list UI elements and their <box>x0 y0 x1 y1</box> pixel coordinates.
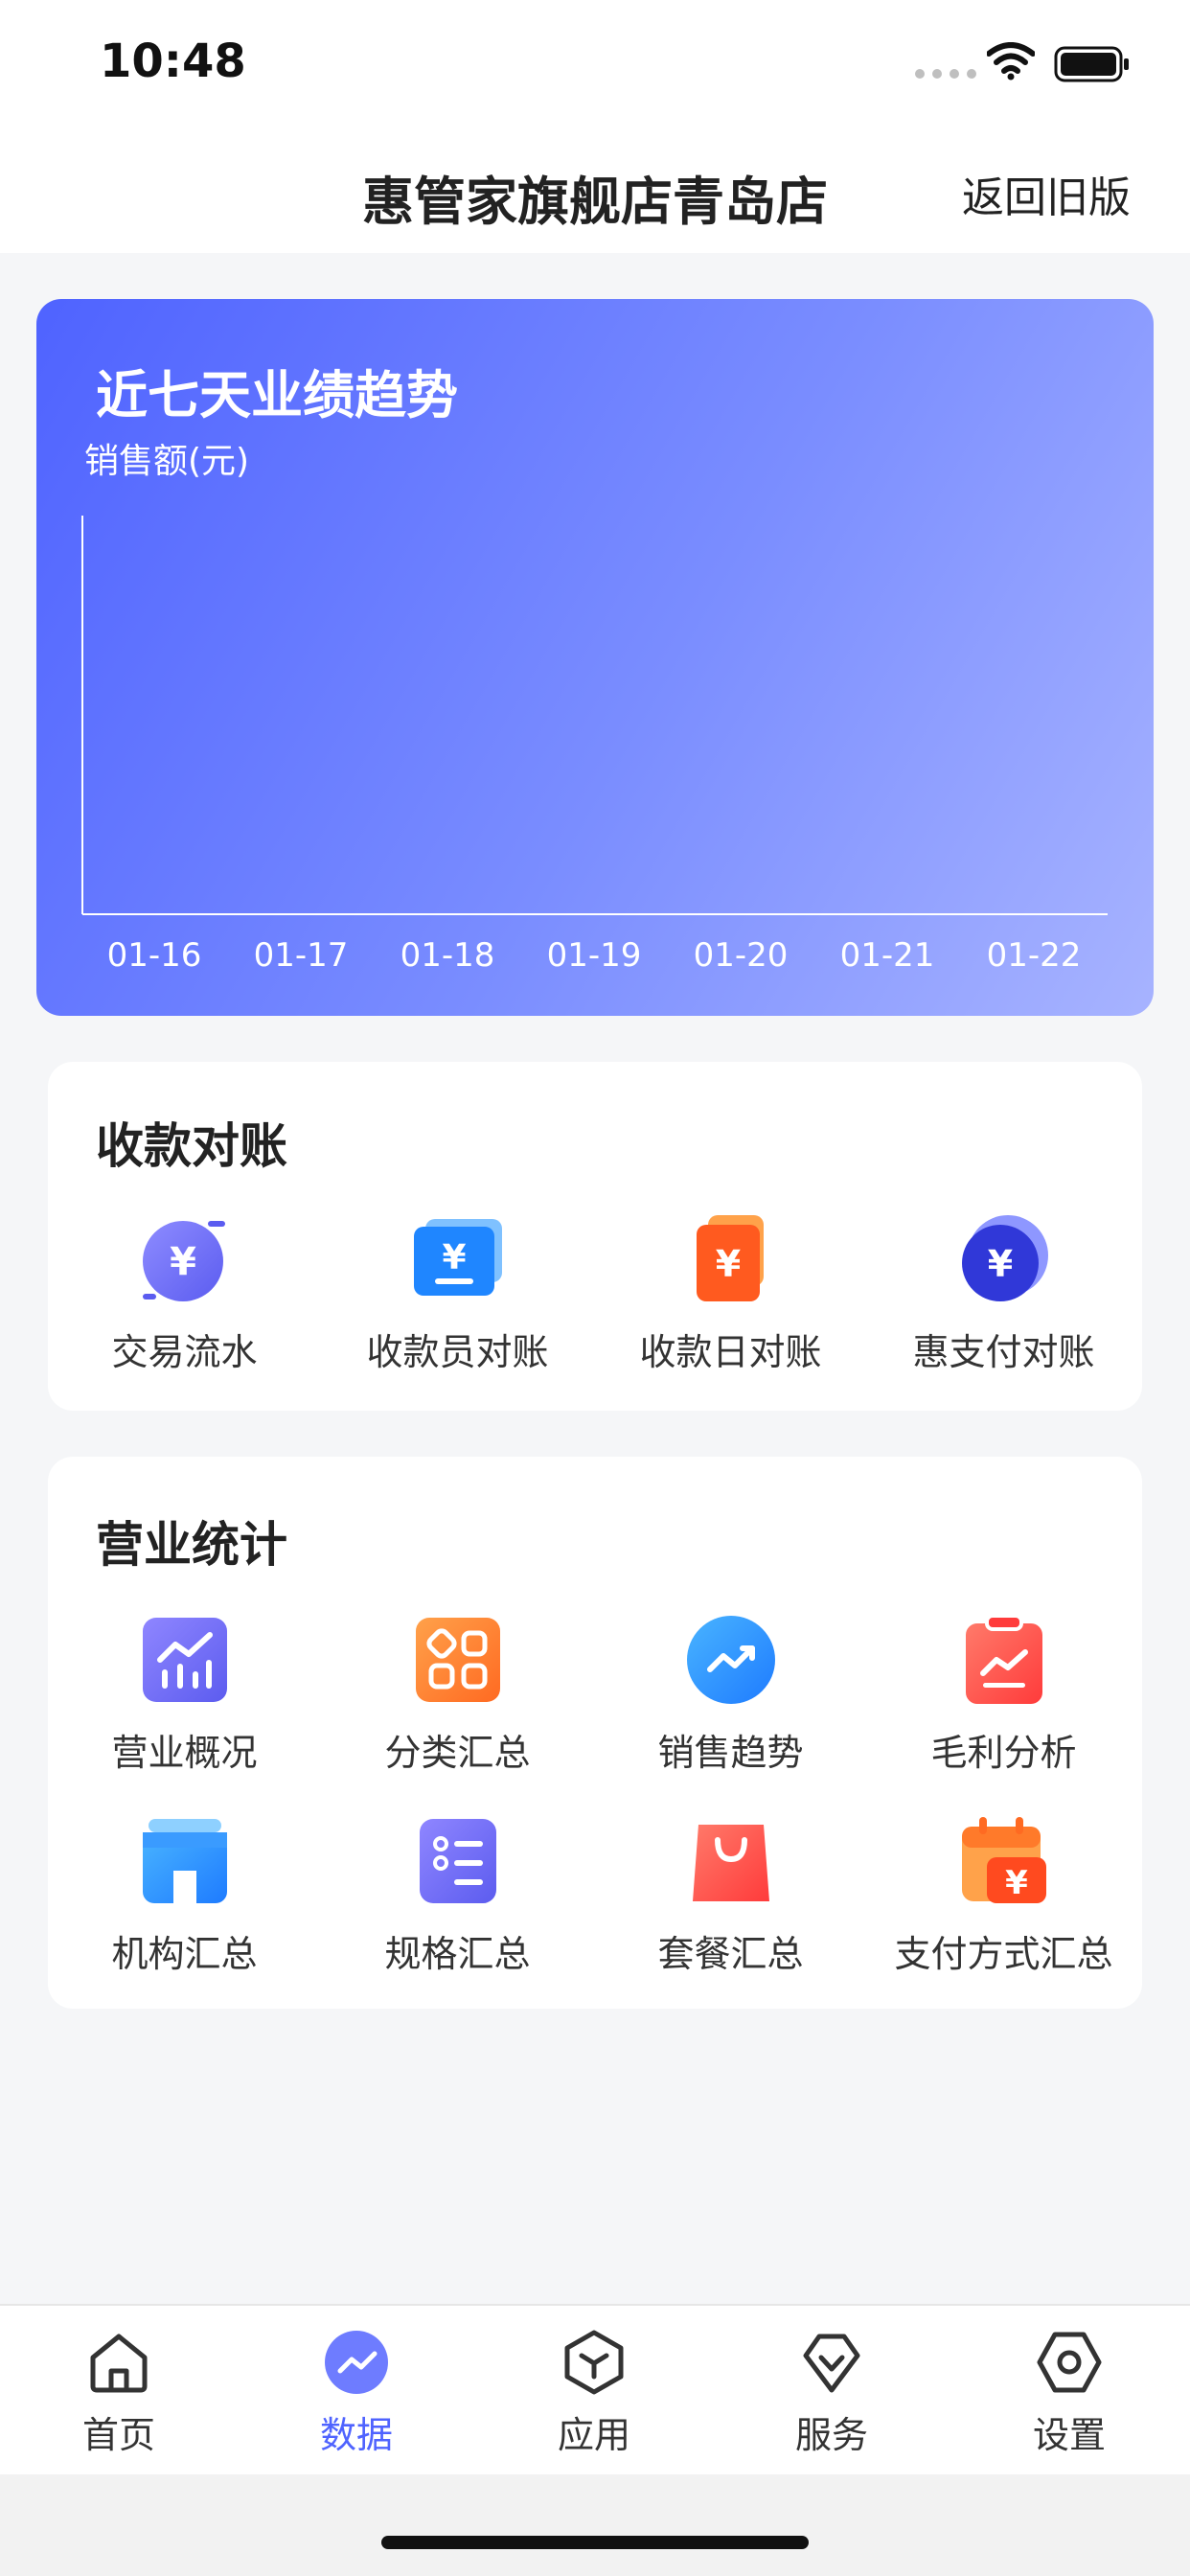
spec-summary-label: 规格汇总 <box>384 1933 531 1975</box>
package-summary-button[interactable]: 套餐汇总 <box>594 1815 867 1977</box>
business-overview-icon <box>139 1614 231 1706</box>
tab-service[interactable]: 服务 <box>713 2306 950 2476</box>
tab-data[interactable]: 数据 <box>238 2306 475 2476</box>
x-tick-labels: 01-16 01-17 01-18 01-19 01-20 01-21 01-22 <box>107 936 1082 975</box>
x-tick-label: 01-20 <box>694 936 789 975</box>
category-summary-button[interactable]: 分类汇总 <box>321 1614 594 1776</box>
store-summary-label: 机构汇总 <box>111 1933 258 1975</box>
package-summary-label: 套餐汇总 <box>657 1933 804 1975</box>
transaction-flow-icon: ¥ <box>139 1213 231 1305</box>
cashier-reconcile-button[interactable]: ¥ 收款员对账 <box>321 1213 594 1375</box>
transaction-flow-label: 交易流水 <box>111 1331 258 1373</box>
tab-data-label: 数据 <box>319 2414 393 2456</box>
svg-text:¥: ¥ <box>170 1240 196 1284</box>
spec-summary-icon <box>412 1815 504 1907</box>
tab-apps-label: 应用 <box>557 2414 630 2456</box>
gross-profit-button[interactable]: 毛利分析 <box>867 1614 1140 1776</box>
business-stats-card: 营业统计 营业概况 分类汇总 销售趋势 毛利分析 机构汇总 规格汇总 套餐汇总 … <box>48 1457 1142 2009</box>
home-indicator-area <box>0 2474 1190 2576</box>
home-icon <box>90 2334 148 2393</box>
x-tick-label: 01-19 <box>547 936 642 975</box>
cellular-signal-icon <box>915 69 976 79</box>
hui-pay-reconcile-label: 惠支付对账 <box>912 1331 1095 1373</box>
x-tick-label: 01-17 <box>254 936 349 975</box>
apps-icon <box>564 2330 624 2395</box>
data-icon <box>325 2331 388 2394</box>
reconcile-card: 收款对账 ¥ 交易流水 ¥ 收款员对账 ¥ 收款日对账 ¥ 惠支付对账 <box>48 1062 1142 1411</box>
sales-trend-label: 销售趋势 <box>657 1732 804 1774</box>
cashier-reconcile-icon: ¥ <box>412 1213 504 1305</box>
status-time: 10:48 <box>100 34 246 88</box>
settings-icon <box>1037 2332 1102 2393</box>
daily-reconcile-label: 收款日对账 <box>639 1331 822 1373</box>
daily-reconcile-button[interactable]: ¥ 收款日对账 <box>594 1213 867 1375</box>
sales-trend-button[interactable]: 销售趋势 <box>594 1614 867 1776</box>
tab-home[interactable]: 首页 <box>0 2306 238 2476</box>
daily-reconcile-icon: ¥ <box>685 1213 777 1305</box>
x-tick-label: 01-16 <box>107 936 202 975</box>
store-summary-button[interactable]: 机构汇总 <box>48 1815 321 1977</box>
gross-profit-icon <box>958 1614 1050 1706</box>
trend-chart-card: 近七天业绩趋势 销售额(元) 01-16 01-17 01-18 01-19 01-20… <box>36 299 1154 1016</box>
nav-bar: 惠管家旗舰店青岛店 返回旧版 <box>0 134 1190 253</box>
payment-method-icon: ¥ <box>958 1815 1050 1907</box>
category-summary-label: 分类汇总 <box>384 1732 531 1774</box>
x-tick-label: 01-22 <box>987 936 1082 975</box>
bottom-tab-bar: 首页 数据 应用 服务 设置 <box>0 2304 1190 2476</box>
wifi-icon <box>987 42 1035 80</box>
store-summary-icon <box>139 1815 231 1907</box>
tab-service-label: 服务 <box>794 2414 868 2456</box>
x-tick-label: 01-21 <box>840 936 935 975</box>
business-overview-button[interactable]: 营业概况 <box>48 1614 321 1776</box>
svg-text:¥: ¥ <box>442 1238 466 1277</box>
category-summary-icon <box>412 1614 504 1706</box>
tab-settings[interactable]: 设置 <box>950 2306 1188 2476</box>
back-to-old-version-button[interactable]: 返回旧版 <box>962 163 1131 224</box>
payment-method-button[interactable]: ¥ 支付方式汇总 <box>867 1815 1140 1977</box>
x-tick-label: 01-18 <box>400 936 495 975</box>
gross-profit-label: 毛利分析 <box>930 1732 1077 1774</box>
payment-method-label: 支付方式汇总 <box>894 1933 1113 1975</box>
business-overview-label: 营业概况 <box>111 1732 258 1774</box>
spec-summary-button[interactable]: 规格汇总 <box>321 1815 594 1977</box>
battery-icon <box>1054 46 1129 82</box>
tab-settings-label: 设置 <box>1032 2414 1106 2456</box>
sales-trend-icon <box>685 1614 777 1706</box>
transaction-flow-button[interactable]: ¥ 交易流水 <box>48 1213 321 1375</box>
trend-chart: 01-16 01-17 01-18 01-19 01-20 01-21 01-22 <box>81 516 1108 975</box>
package-summary-icon <box>685 1815 777 1907</box>
hui-pay-reconcile-icon: ¥ <box>958 1213 1050 1305</box>
status-bar: 10:48 <box>0 0 1190 134</box>
business-stats-title: 营业统计 <box>96 1517 287 1573</box>
tab-home-label: 首页 <box>81 2414 155 2456</box>
service-icon <box>803 2334 860 2393</box>
svg-text:¥: ¥ <box>715 1243 740 1285</box>
tab-apps[interactable]: 应用 <box>475 2306 713 2476</box>
svg-text:¥: ¥ <box>1005 1864 1028 1902</box>
cashier-reconcile-label: 收款员对账 <box>366 1331 549 1373</box>
svg-text:¥: ¥ <box>987 1243 1012 1285</box>
home-indicator[interactable] <box>381 2536 809 2549</box>
reconcile-title: 收款对账 <box>96 1118 287 1174</box>
hui-pay-reconcile-button[interactable]: ¥ 惠支付对账 <box>867 1213 1140 1375</box>
